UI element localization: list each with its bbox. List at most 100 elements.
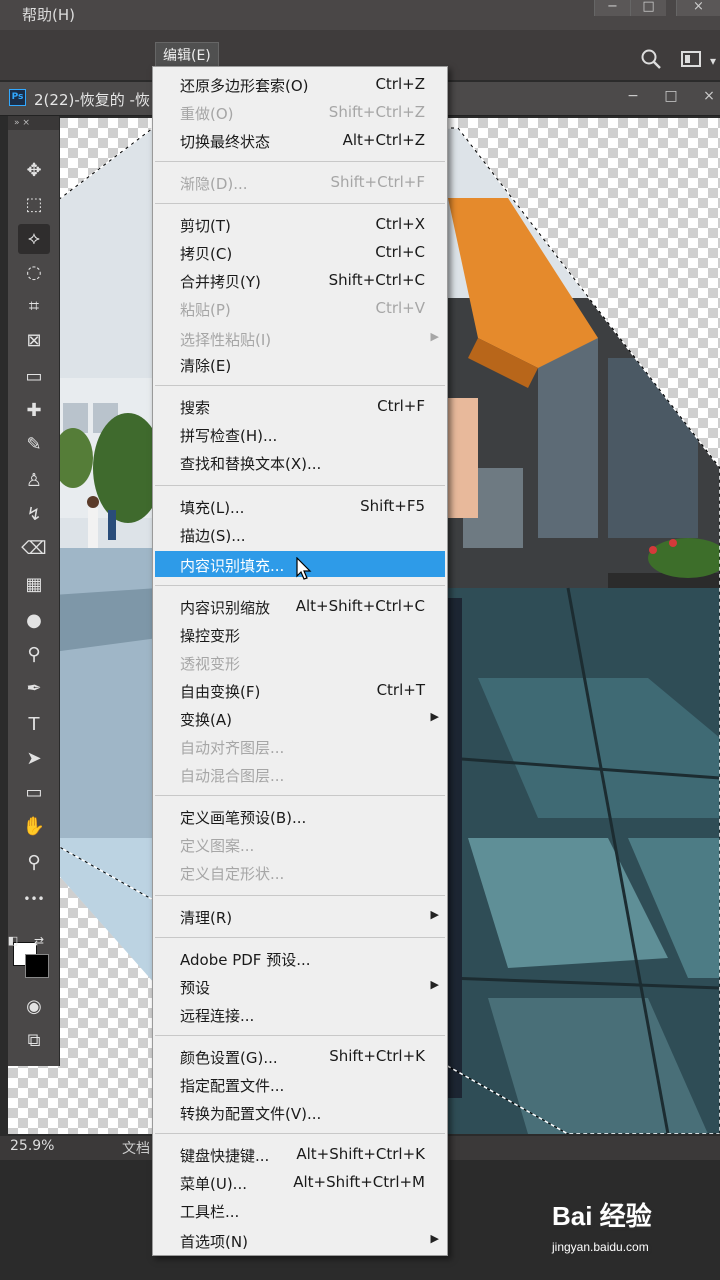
path-selection-tool-icon[interactable]: ➤ — [18, 744, 50, 774]
menu-item-label: 查找和替换文本(X)... — [180, 455, 322, 473]
type-tool-icon[interactable]: T — [18, 710, 50, 740]
menu-item[interactable]: 转换为配置文件(V)... — [153, 1099, 447, 1125]
menu-item[interactable]: 自动混合图层... — [153, 761, 447, 787]
menu-item[interactable]: 自由变换(F) Ctrl+T — [153, 677, 447, 703]
menu-item-label: 清除(E) — [180, 357, 232, 375]
menu-item[interactable]: 拼写检查(H)... — [153, 421, 447, 447]
menu-item[interactable]: 键盘快捷键... Alt+Shift+Ctrl+K — [153, 1141, 447, 1167]
close-icon[interactable]: × — [676, 0, 720, 16]
workspace-icon[interactable] — [678, 48, 704, 74]
rectangle-tool-icon[interactable]: ▭ — [18, 778, 50, 808]
menu-item[interactable]: 清除(E) — [153, 351, 447, 377]
menu-item[interactable]: 定义画笔预设(B)... — [153, 803, 447, 829]
quick-selection-tool-icon[interactable]: ◌ — [18, 258, 50, 288]
menu-item-label: 清理(R) — [180, 909, 233, 927]
menu-edit[interactable]: 编辑(E) — [155, 42, 219, 68]
search-icon[interactable] — [638, 48, 664, 74]
more-tools-icon[interactable]: ••• — [18, 884, 50, 914]
chevron-down-icon[interactable]: ▾ — [706, 48, 720, 74]
menu-item[interactable]: 颜色设置(G)... Shift+Ctrl+K — [153, 1043, 447, 1069]
menu-item[interactable]: 还原多边形套索(O) Ctrl+Z — [153, 71, 447, 97]
submenu-arrow-icon: ▶ — [430, 908, 439, 921]
menu-item-label: 描边(S)... — [180, 527, 246, 545]
menu-item-shortcut: Alt+Shift+Ctrl+K — [296, 1145, 425, 1163]
menu-item-label: 预设 — [180, 979, 211, 997]
background-color-swatch[interactable] — [25, 954, 49, 978]
submenu-arrow-icon: ▶ — [430, 330, 439, 343]
blur-tool-icon[interactable]: ● — [18, 606, 50, 636]
menu-item-label: 自动混合图层... — [180, 767, 285, 785]
menu-item[interactable]: 定义自定形状... — [153, 859, 447, 885]
zoom-tool-icon[interactable]: ⚲ — [18, 848, 50, 878]
menu-separator — [155, 1035, 445, 1036]
menu-item[interactable]: 预设 ▶ — [153, 973, 447, 999]
menu-item[interactable]: 描边(S)... — [153, 521, 447, 547]
clone-stamp-tool-icon[interactable]: ♙ — [18, 466, 50, 496]
quick-mask-icon[interactable]: ◉ — [18, 992, 50, 1022]
hand-tool-icon[interactable]: ✋ — [18, 812, 50, 842]
crop-tool-icon[interactable]: ⌗ — [18, 292, 50, 322]
polygonal-lasso-tool-icon[interactable]: ⟡ — [18, 224, 50, 254]
pen-tool-icon[interactable]: ✒ — [18, 674, 50, 704]
toolbar-collapse-icon[interactable]: » × — [8, 116, 59, 130]
menu-item[interactable]: 定义图案... — [153, 831, 447, 857]
menu-item-shortcut: Ctrl+T — [376, 681, 425, 699]
menu-item[interactable]: 远程连接... — [153, 1001, 447, 1027]
menu-item[interactable]: 内容识别缩放 Alt+Shift+Ctrl+C — [153, 593, 447, 619]
submenu-arrow-icon: ▶ — [430, 978, 439, 991]
menu-item[interactable]: 清理(R) ▶ — [153, 903, 447, 929]
gradient-tool-icon[interactable]: ▦ — [18, 570, 50, 600]
menu-item[interactable]: Adobe PDF 预设... — [153, 945, 447, 971]
menu-item-label: 颜色设置(G)... — [180, 1049, 278, 1067]
menu-separator — [155, 795, 445, 796]
menu-item[interactable]: 查找和替换文本(X)... — [153, 449, 447, 475]
frame-tool-icon[interactable]: ⊠ — [18, 326, 50, 356]
menu-item-label: 变换(A) — [180, 711, 232, 729]
menu-item-label: 填充(L)... — [180, 499, 245, 517]
menu-item[interactable]: 工具栏... — [153, 1197, 447, 1223]
menu-item[interactable]: 选择性粘贴(I) ▶ — [153, 325, 447, 351]
document-info-label[interactable]: 文档 — [122, 1138, 152, 1158]
history-brush-tool-icon[interactable]: ↯ — [18, 500, 50, 530]
doc-maximize-icon[interactable]: □ — [660, 88, 682, 104]
menu-item[interactable]: 指定配置文件... — [153, 1071, 447, 1097]
eraser-tool-icon[interactable]: ⌫ — [18, 534, 50, 564]
menu-item[interactable]: 填充(L)... Shift+F5 — [153, 493, 447, 519]
ruler-tool-icon[interactable]: ▭ — [18, 362, 50, 392]
menu-item[interactable]: 重做(O) Shift+Ctrl+Z — [153, 99, 447, 125]
menu-help[interactable]: 帮助(H) — [22, 4, 75, 25]
default-colors-icon[interactable]: ◧ — [4, 926, 22, 956]
menu-item[interactable]: 透视变形 — [153, 649, 447, 675]
menu-item[interactable]: 搜索 Ctrl+F — [153, 393, 447, 419]
menu-item[interactable]: 拷贝(C) Ctrl+C — [153, 239, 447, 265]
menu-item[interactable]: 粘贴(P) Ctrl+V — [153, 295, 447, 321]
swap-colors-icon[interactable]: ⇄ — [30, 926, 48, 956]
menu-item[interactable]: 变换(A) ▶ — [153, 705, 447, 731]
doc-minimize-icon[interactable]: − — [622, 88, 644, 104]
menu-item-label: 键盘快捷键... — [180, 1147, 270, 1165]
menu-item[interactable]: 渐隐(D)... Shift+Ctrl+F — [153, 169, 447, 195]
document-tab-title[interactable]: 2(22)-恢复的 -恢 — [34, 89, 154, 110]
menu-item[interactable]: 首选项(N) ▶ — [153, 1227, 447, 1253]
menu-item-label: 操控变形 — [180, 627, 241, 645]
menu-item-shortcut: Ctrl+V — [375, 299, 425, 317]
menu-item[interactable]: 切换最终状态 Alt+Ctrl+Z — [153, 127, 447, 153]
doc-close-icon[interactable]: × — [698, 88, 720, 104]
menu-item[interactable]: 合并拷贝(Y) Shift+Ctrl+C — [153, 267, 447, 293]
screen-mode-icon[interactable]: ⧉ — [18, 1026, 50, 1056]
dodge-tool-icon[interactable]: ⚲ — [18, 640, 50, 670]
menu-item-label: 剪切(T) — [180, 217, 231, 235]
healing-brush-tool-icon[interactable]: ✚ — [18, 396, 50, 426]
menu-item[interactable]: 剪切(T) Ctrl+X — [153, 211, 447, 237]
menu-item[interactable]: 自动对齐图层... — [153, 733, 447, 759]
marquee-tool-icon[interactable]: ⬚ — [18, 190, 50, 220]
menu-item-label: 透视变形 — [180, 655, 241, 673]
menu-item[interactable]: 菜单(U)... Alt+Shift+Ctrl+M — [153, 1169, 447, 1195]
menu-item-shortcut: Shift+Ctrl+F — [330, 173, 425, 191]
brush-tool-icon[interactable]: ✎ — [18, 430, 50, 460]
menu-item[interactable]: 操控变形 — [153, 621, 447, 647]
zoom-level[interactable]: 25.9% — [10, 1138, 54, 1154]
minimize-icon[interactable]: − — [594, 0, 630, 16]
move-tool-icon[interactable]: ✥ — [18, 156, 50, 186]
maximize-icon[interactable]: □ — [630, 0, 666, 16]
